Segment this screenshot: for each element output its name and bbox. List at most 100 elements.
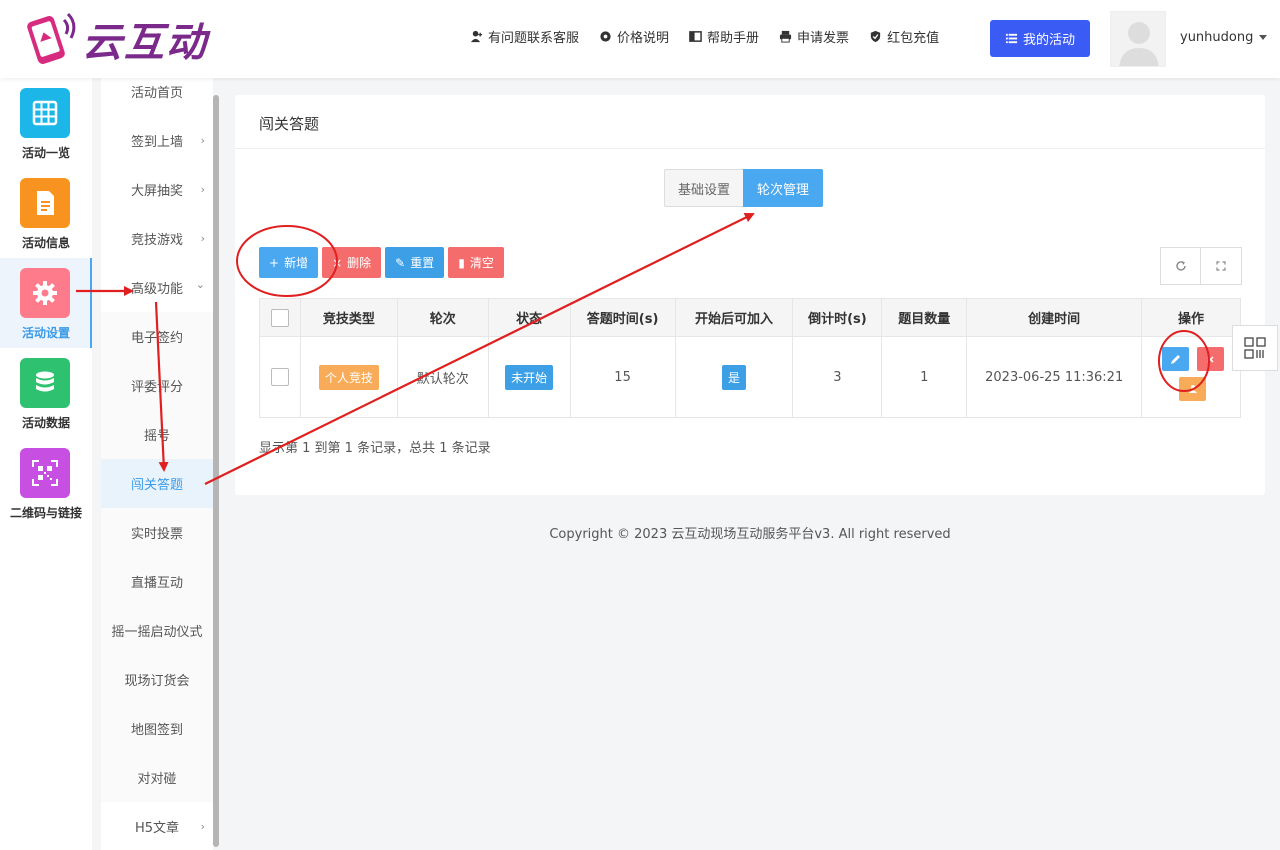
table-tools: [1160, 247, 1242, 285]
avatar[interactable]: [1110, 11, 1166, 67]
column-header: 操作: [1141, 298, 1241, 337]
phone-logo-icon: [27, 12, 76, 64]
select-all-cell: [259, 298, 301, 337]
page-title: 闯关答题: [259, 115, 320, 133]
row-extra-button[interactable]: [1179, 377, 1207, 401]
submenu-item-games[interactable]: 竞技游戏 ›: [101, 214, 213, 263]
add-label: 新增: [284, 256, 309, 270]
fullscreen-icon: [1216, 261, 1226, 271]
book-icon: [689, 31, 702, 42]
rail-item-overview[interactable]: 活动一览: [0, 78, 92, 168]
chevron-right-icon: ›: [200, 183, 205, 196]
submenu-item-live[interactable]: 直播互动: [101, 557, 213, 606]
fullscreen-button[interactable]: [1201, 247, 1242, 285]
submenu-label: 竞技游戏: [130, 233, 183, 248]
reset-button[interactable]: ✎ 重置: [385, 247, 445, 278]
rail-item-settings[interactable]: 活动设置: [0, 258, 92, 348]
rail-label: 活动信息: [21, 236, 70, 250]
invoice-link[interactable]: 申请发票: [779, 27, 849, 46]
database-icon: [20, 358, 70, 408]
row-delete-button[interactable]: [1197, 347, 1225, 371]
joinable-badge: 是: [721, 364, 746, 390]
top-links: 有问题联系客服 价格说明 帮助手册 申请发票 红包充值: [470, 27, 959, 46]
rail-item-info[interactable]: 活动信息: [0, 168, 92, 258]
column-header[interactable]: 竞技类型: [299, 298, 398, 337]
submenu-item-draw-number[interactable]: 摇号: [101, 410, 213, 459]
column-header[interactable]: 轮次: [396, 298, 489, 337]
chevron-right-icon: ›: [200, 134, 205, 147]
rail-label: 活动设置: [21, 326, 70, 340]
select-all-checkbox[interactable]: [270, 308, 289, 327]
tab-basic-settings[interactable]: 基础设置: [664, 169, 744, 207]
floating-qrcode-button[interactable]: [1232, 325, 1278, 371]
shield-check-icon: [870, 30, 881, 43]
user-menu[interactable]: yunhudong: [1180, 30, 1268, 45]
rail-label: 活动一览: [21, 146, 70, 160]
type-badge: 个人竞技: [318, 364, 379, 390]
status-cell: 未开始: [487, 336, 571, 418]
joinable-cell: 是: [674, 336, 794, 418]
row-checkbox[interactable]: [270, 368, 289, 386]
column-header[interactable]: 题目数量: [881, 298, 968, 337]
rail-label: 二维码与链接: [9, 506, 82, 520]
close-icon: [1207, 355, 1214, 363]
edit-button[interactable]: [1162, 347, 1190, 371]
column-header[interactable]: 开始后可加入: [674, 298, 794, 337]
column-header[interactable]: 答题时间(s): [569, 298, 676, 337]
delete-label: 删除: [347, 256, 372, 270]
submenu-item-match-pair[interactable]: 对对碰: [101, 753, 213, 802]
qrcode-icon: [1244, 337, 1266, 359]
recharge-link[interactable]: 红包充值: [869, 27, 939, 46]
column-header[interactable]: 倒计时(s): [792, 298, 883, 337]
submenu-item-checkin-wall[interactable]: 签到上墙 ›: [101, 116, 213, 165]
submenu-scrollbar[interactable]: [213, 95, 219, 847]
contact-support-link[interactable]: 有问题联系客服: [470, 27, 579, 46]
user-silhouette-icon: [1119, 22, 1159, 66]
submenu-label: 电子签约: [130, 331, 183, 346]
submenu-item-shake-launch[interactable]: 摇一摇启动仪式: [101, 606, 213, 655]
top-header: 云互动 有问题联系客服 价格说明 帮助手册 申请发票 红包充值 我的活动 yun: [0, 0, 1280, 78]
submenu-item-order-fair[interactable]: 现场订货会: [101, 655, 213, 704]
tab-round-management[interactable]: 轮次管理: [743, 169, 824, 207]
printer-icon: [779, 30, 792, 43]
submenu-item-home[interactable]: 活动首页: [101, 78, 213, 116]
submenu-item-map-checkin[interactable]: 地图签到: [101, 704, 213, 753]
logo[interactable]: 云互动: [20, 10, 208, 68]
delete-button[interactable]: × 删除: [322, 247, 382, 278]
gear-icon: [600, 31, 611, 42]
submenu-item-advanced[interactable]: 高级功能 ⌄: [101, 263, 213, 312]
submenu-item-judge-score[interactable]: 评委评分: [101, 361, 213, 410]
submenu-item-quiz[interactable]: 闯关答题: [101, 459, 213, 508]
gear-icon: [20, 268, 70, 318]
submenu-label: 对对碰: [137, 772, 177, 787]
submenu-item-vote[interactable]: 实时投票: [101, 508, 213, 557]
column-header[interactable]: 创建时间: [966, 298, 1143, 337]
icon-rail: 活动一览 活动信息 活动设置 活动数据 二维码与链接: [0, 78, 92, 850]
submenu-item-esign[interactable]: 电子签约: [101, 312, 213, 361]
add-button[interactable]: + 新增: [259, 247, 319, 278]
submenu-item-lottery[interactable]: 大屏抽奖 ›: [101, 165, 213, 214]
question-count-cell: 1: [881, 336, 968, 418]
rail-item-data[interactable]: 活动数据: [0, 348, 92, 438]
my-activity-label: 我的活动: [1022, 33, 1075, 48]
submenu-item-h5-article[interactable]: H5文章 ›: [101, 802, 213, 850]
chevron-right-icon: ›: [200, 232, 205, 245]
pencil-icon: [1171, 354, 1181, 364]
rail-item-qrcode[interactable]: 二维码与链接: [0, 438, 92, 528]
submenu-label: 签到上墙: [130, 135, 183, 150]
refresh-button[interactable]: [1160, 247, 1201, 285]
my-activity-button[interactable]: 我的活动: [990, 20, 1090, 57]
qrcode-icon: [20, 448, 70, 498]
plus-icon: +: [269, 255, 280, 270]
clear-button[interactable]: ▮ 清空: [448, 247, 504, 278]
trash-icon: ▮: [458, 255, 465, 270]
pricing-link[interactable]: 价格说明: [599, 27, 669, 46]
help-manual-link[interactable]: 帮助手册: [689, 27, 759, 46]
user-icon: [1188, 385, 1197, 393]
list-icon: [1005, 33, 1018, 44]
status-badge: 未开始: [505, 364, 554, 390]
countdown-cell: 3: [792, 336, 883, 418]
table-row[interactable]: 个人竞技 默认轮次 未开始 15 是 3 1 2023-06-25 11:36:…: [259, 336, 1241, 418]
submenu-label: 直播互动: [130, 576, 183, 591]
column-header[interactable]: 状态: [487, 298, 571, 337]
